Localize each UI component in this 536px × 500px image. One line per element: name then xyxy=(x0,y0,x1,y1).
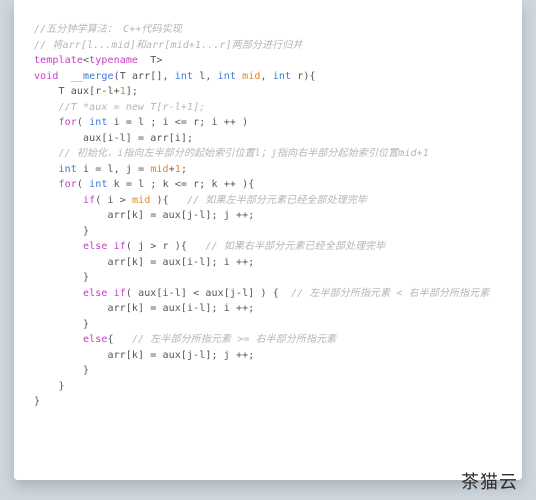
code-line: } xyxy=(34,394,506,410)
code-line: aux[i-l] = arr[i]; xyxy=(34,131,506,147)
code-card: //五分钟学算法： C++代码实现// 将arr[l...mid]和arr[mi… xyxy=(14,0,522,480)
code-line: else if( j > r ){ // 如果右半部分元素已经全部处理完毕 xyxy=(34,239,506,255)
code-line: } xyxy=(34,363,506,379)
code-line: else{ // 左半部分所指元素 >= 右半部分所指元素 xyxy=(34,332,506,348)
code-line: } xyxy=(34,317,506,333)
code-line: else if( aux[i-l] < aux[j-l] ) { // 左半部分… xyxy=(34,286,506,302)
code-line: } xyxy=(34,379,506,395)
code-line: arr[k] = aux[i-l]; i ++; xyxy=(34,301,506,317)
code-line: } xyxy=(34,270,506,286)
code-line: int i = l, j = mid+1; xyxy=(34,162,506,178)
code-line: T aux[r-l+1]; xyxy=(34,84,506,100)
watermark: 茶猫云 xyxy=(461,468,518,494)
code-line: for( int k = l ; k <= r; k ++ ){ xyxy=(34,177,506,193)
code-line: } xyxy=(34,224,506,240)
code-line: void __merge(T arr[], int l, int mid, in… xyxy=(34,69,506,85)
code-block: //五分钟学算法： C++代码实现// 将arr[l...mid]和arr[mi… xyxy=(34,22,506,410)
code-line: if( i > mid ){ // 如果左半部分元素已经全部处理完毕 xyxy=(34,193,506,209)
code-line: // 将arr[l...mid]和arr[mid+1...r]两部分进行归并 xyxy=(34,38,506,54)
code-line: arr[k] = aux[i-l]; i ++; xyxy=(34,255,506,271)
code-line: // 初始化，i指向左半部分的起始索引位置l；j指向右半部分起始索引位置mid+… xyxy=(34,146,506,162)
code-line: for( int i = l ; i <= r; i ++ ) xyxy=(34,115,506,131)
code-line: arr[k] = aux[j-l]; j ++; xyxy=(34,208,506,224)
code-line: template<typename T> xyxy=(34,53,506,69)
code-line: //五分钟学算法： C++代码实现 xyxy=(34,22,506,38)
code-line: arr[k] = aux[j-l]; j ++; xyxy=(34,348,506,364)
code-line: //T *aux = new T[r-l+1]; xyxy=(34,100,506,116)
